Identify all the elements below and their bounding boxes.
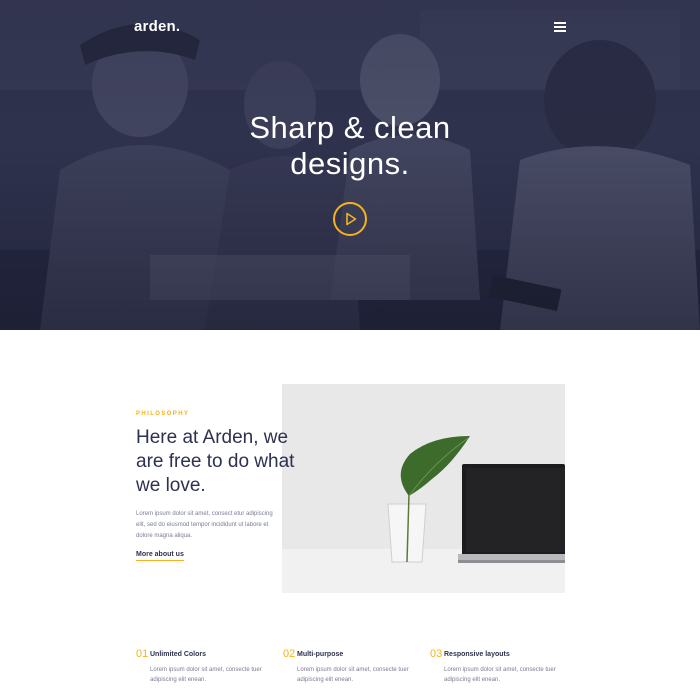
feature-number: 02 <box>283 648 296 660</box>
section-eyebrow: PHILOSOPHY <box>136 411 190 417</box>
section-heading-line-1: Here at Arden, we <box>136 427 289 448</box>
feature-description: Lorem ipsum dolor sit amet, consecte tue… <box>297 667 409 683</box>
feature-number: 03 <box>430 648 443 660</box>
play-icon <box>346 212 357 226</box>
feature-description: Lorem ipsum dolor sit amet, consecte tue… <box>150 667 262 683</box>
hero-title: Sharp & clean designs. <box>0 110 700 182</box>
feature-description: Lorem ipsum dolor sit amet, consecte tue… <box>444 667 556 683</box>
feature-title: Responsive layouts <box>444 651 510 658</box>
feature-title: Unlimited Colors <box>150 651 207 658</box>
play-video-button[interactable] <box>333 202 367 236</box>
hero-section: arden. Sharp & clean designs. <box>0 0 700 330</box>
section-heading-line-2: are free to do what <box>136 451 295 472</box>
hamburger-menu-icon[interactable] <box>554 22 566 32</box>
brand-logo[interactable]: arden. <box>134 18 180 35</box>
feature-number: 01 <box>136 648 149 660</box>
section-heading-line-3: we love. <box>136 475 206 496</box>
feature-title: Multi-purpose <box>297 651 344 658</box>
section-body-text: Lorem ipsum dolor sit amet, consect etur… <box>136 511 273 539</box>
hero-title-line-1: Sharp & clean <box>249 110 451 145</box>
hero-title-line-2: designs. <box>290 146 410 181</box>
more-about-us-link[interactable]: More about us <box>136 551 184 561</box>
section-heading: Here at Arden, we are free to do what we… <box>136 426 336 498</box>
